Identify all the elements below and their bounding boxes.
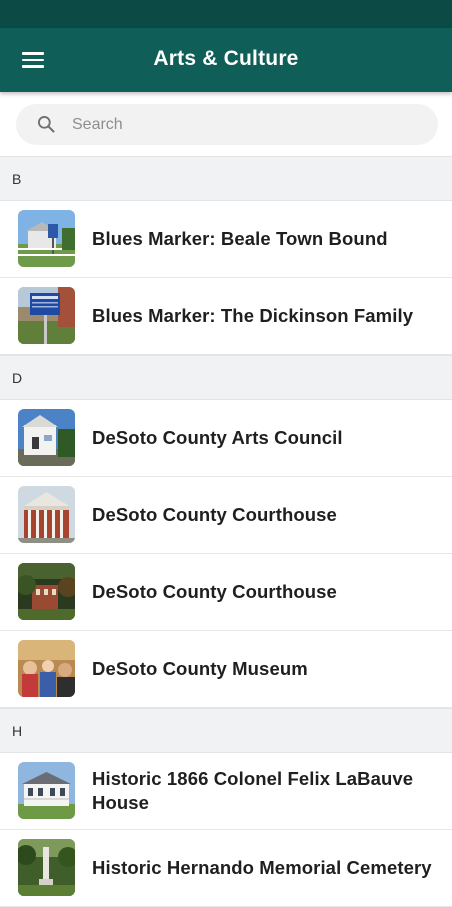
list-item-label: Historic Hernando Memorial Cemetery bbox=[92, 857, 432, 878]
list-item[interactable]: Blues Marker: The Dickinson Family bbox=[0, 278, 452, 355]
app-bar: Arts & Culture bbox=[0, 28, 452, 92]
marker-building-thumbnail bbox=[18, 210, 75, 267]
list-item-label: DeSoto County Museum bbox=[92, 658, 308, 679]
list-item-label: Blues Marker: Beale Town Bound bbox=[92, 228, 388, 249]
status-indicator-icon: ′′ bbox=[26, 0, 31, 8]
list-item[interactable]: DeSoto County Arts Council bbox=[0, 400, 452, 477]
search-icon bbox=[38, 116, 55, 133]
courthouse-columns-thumbnail bbox=[18, 486, 75, 543]
list-item[interactable]: DeSoto County Courthouse bbox=[0, 554, 452, 631]
arts-culture-list: B Blues Marker: Beale Town Bound Blues M… bbox=[0, 156, 452, 907]
search-bar[interactable] bbox=[16, 104, 438, 145]
section-header-d: D bbox=[0, 355, 452, 400]
blue-sign-thumbnail bbox=[18, 287, 75, 344]
cemetery-monument-thumbnail bbox=[18, 839, 75, 896]
list-item[interactable]: Historic Hernando Memorial Cemetery bbox=[0, 830, 452, 907]
list-item-label: Historic 1866 Colonel Felix LaBauve Hous… bbox=[92, 768, 414, 813]
list-item-label: Blues Marker: The Dickinson Family bbox=[92, 305, 414, 326]
list-item-label: DeSoto County Courthouse bbox=[92, 504, 337, 525]
page-title: Arts & Culture bbox=[153, 47, 299, 70]
list-item[interactable]: Blues Marker: Beale Town Bound bbox=[0, 201, 452, 278]
white-building-thumbnail bbox=[18, 409, 75, 466]
list-item[interactable]: Historic 1866 Colonel Felix LaBauve Hous… bbox=[0, 753, 452, 830]
status-bar: ′′ bbox=[0, 0, 452, 28]
museum-crowd-thumbnail bbox=[18, 640, 75, 697]
search-input[interactable] bbox=[72, 104, 422, 145]
list-item[interactable]: DeSoto County Courthouse bbox=[0, 477, 452, 554]
courthouse-trees-thumbnail bbox=[18, 563, 75, 620]
section-header-b: B bbox=[0, 156, 452, 201]
list-item-label: DeSoto County Arts Council bbox=[92, 427, 343, 448]
white-house-thumbnail bbox=[18, 762, 75, 819]
list-item-label: DeSoto County Courthouse bbox=[92, 581, 337, 602]
list-item[interactable]: DeSoto County Museum bbox=[0, 631, 452, 708]
section-header-h: H bbox=[0, 708, 452, 753]
